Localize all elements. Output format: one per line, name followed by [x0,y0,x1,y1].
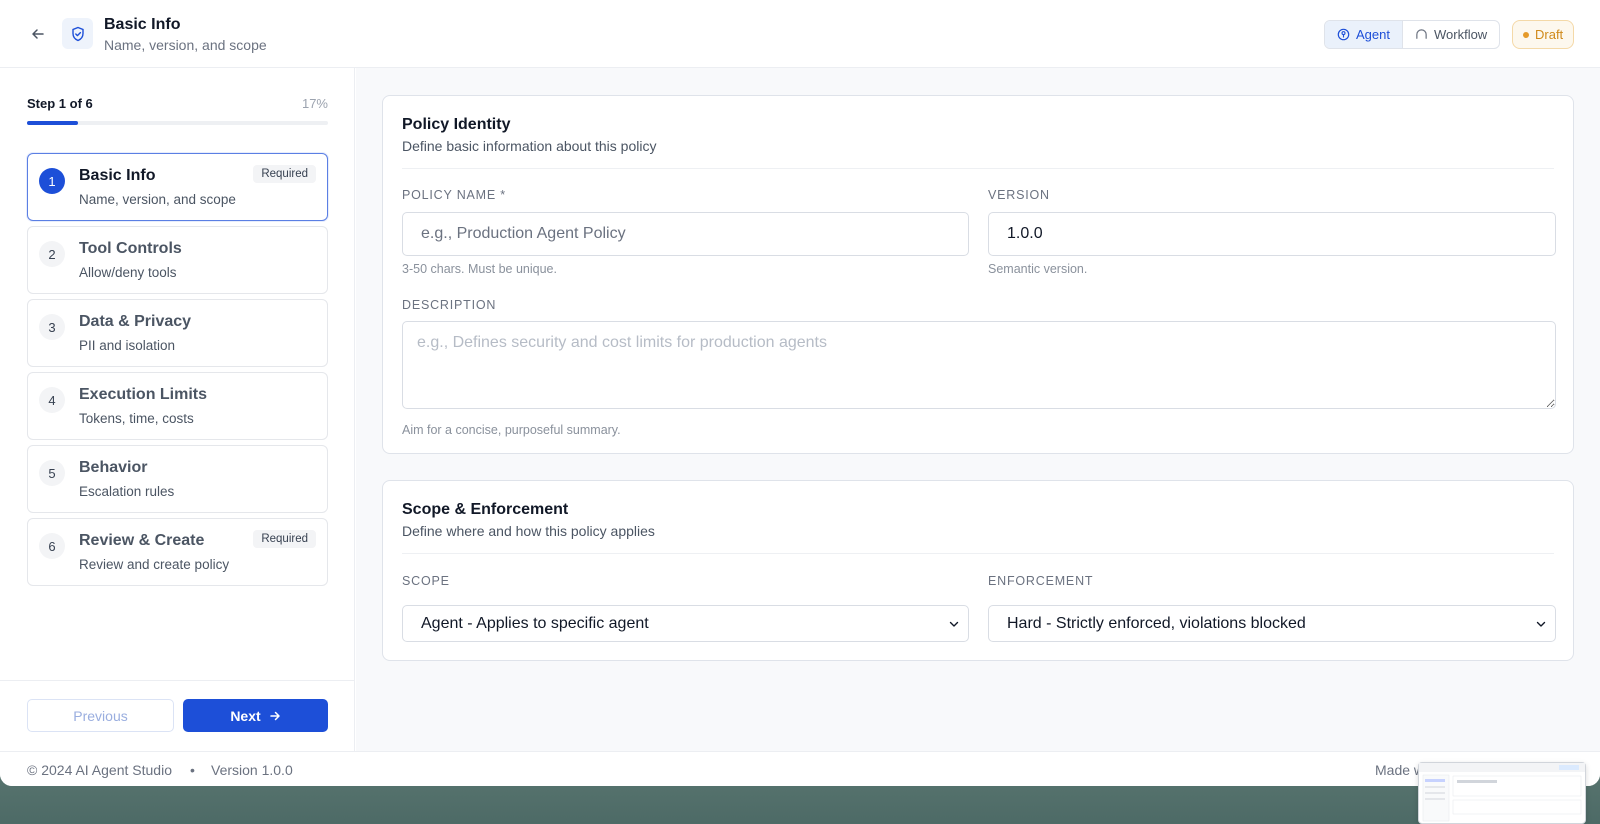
required-badge: Required [253,165,316,183]
workflow-mode-label: Workflow [1433,27,1488,42]
step-description: Allow/deny tools [79,265,177,280]
next-button-label: Next [230,707,261,724]
step-title: Behavior [79,459,148,476]
step-number: 1 [39,168,65,194]
copyright-text: © 2024 AI Agent Studio [27,762,172,778]
step-description: PII and isolation [79,338,176,353]
scope-select-value: Agent - Applies to specific agent [421,614,649,632]
version-label: VERSION [988,188,1050,202]
divider [402,553,1554,554]
status-badge: Draft [1512,20,1575,49]
agent-mode-button[interactable]: Agent [1325,21,1403,48]
step-number: 2 [39,241,65,267]
step-item-tool-controls[interactable]: 2 Tool Controls Allow/deny tools [27,226,328,294]
enforcement-label: ENFORCEMENT [988,574,1094,588]
step-title: Review & Create [79,532,205,549]
card-subtitle: Define basic information about this poli… [402,138,657,154]
main-content: Policy Identity Define basic information… [356,68,1600,751]
scope-enforcement-card: Scope & Enforcement Define where and how… [382,480,1574,661]
window-thumbnail[interactable] [1418,762,1586,824]
step-item-review-create[interactable]: 6 Review & Create Review and create poli… [27,518,328,586]
step-description: Escalation rules [79,484,175,499]
version-text: Version 1.0.0 [211,762,293,778]
step-number: 5 [39,460,65,486]
app-window: Basic Info Name, version, and scope Agen… [0,0,1600,786]
arrow-right-icon [269,711,280,720]
step-number: 6 [39,533,65,559]
description-label: DESCRIPTION [402,298,497,312]
scope-select[interactable]: Agent - Applies to specific agent [402,605,969,642]
workflow-mode-button[interactable]: Workflow [1403,21,1499,48]
back-arrow-icon[interactable] [26,22,50,46]
status-badge-label: Draft [1535,27,1564,42]
step-title: Execution Limits [79,386,208,403]
required-badge: Required [253,530,316,548]
scope-label: SCOPE [402,574,450,588]
policy-identity-card: Policy Identity Define basic information… [382,95,1574,454]
description-textarea[interactable] [402,321,1556,409]
agent-mode-label: Agent [1356,27,1390,42]
progress-bar [27,121,328,125]
step-item-data-privacy[interactable]: 3 Data & Privacy PII and isolation [27,299,328,367]
step-title: Tool Controls [79,240,182,257]
header: Basic Info Name, version, and scope Agen… [0,0,1600,68]
card-subtitle: Define where and how this policy applies [402,523,655,539]
step-item-behavior[interactable]: 5 Behavior Escalation rules [27,445,328,513]
page-subtitle: Name, version, and scope [104,37,267,53]
policy-name-input[interactable] [402,212,969,256]
workflow-icon [1416,29,1427,39]
made-with-text: Made w [1375,762,1425,778]
status-dot-icon [1523,31,1529,38]
page-title: Basic Info [104,16,181,33]
divider [402,168,1554,169]
step-number: 3 [39,314,65,340]
shield-icon [62,18,93,49]
step-item-execution-limits[interactable]: 4 Execution Limits Tokens, time, costs [27,372,328,440]
mode-toggle: Agent Workflow [1324,20,1501,49]
step-description: Tokens, time, costs [79,411,194,426]
sidebar-footer: Previous Next [0,680,355,751]
step-title: Data & Privacy [79,313,192,330]
description-hint: Aim for a concise, purposeful summary. [402,423,621,437]
step-description: Review and create policy [79,557,230,572]
progress-fill [27,121,79,125]
next-button[interactable]: Next [183,699,328,732]
step-title: Basic Info [79,167,156,184]
enforcement-select[interactable]: Hard - Strictly enforced, violations blo… [988,605,1556,642]
chevron-down-icon [949,621,959,627]
enforcement-select-value: Hard - Strictly enforced, violations blo… [1007,614,1306,632]
agent-icon [1337,28,1350,41]
progress-percent: 17% [301,96,328,111]
version-input[interactable] [988,212,1556,256]
step-number: 4 [39,387,65,413]
footer-separator: • [190,762,195,778]
policy-name-hint: 3-50 chars. Must be unique. [402,262,557,276]
step-description: Name, version, and scope [79,192,236,207]
card-title: Scope & Enforcement [402,501,569,518]
card-title: Policy Identity [402,116,511,133]
previous-button[interactable]: Previous [27,699,174,732]
chevron-down-icon [1536,621,1546,627]
policy-name-label: POLICY NAME * [402,188,506,202]
footer: © 2024 AI Agent Studio • Version 1.0.0 M… [0,751,1600,786]
step-item-basic-info[interactable]: 1 Basic Info Name, version, and scope Re… [27,153,328,221]
step-counter: Step 1 of 6 [27,96,93,111]
version-hint: Semantic version. [988,262,1088,276]
steps-sidebar: Step 1 of 6 17% 1 Basic Info Name, versi… [0,68,355,751]
